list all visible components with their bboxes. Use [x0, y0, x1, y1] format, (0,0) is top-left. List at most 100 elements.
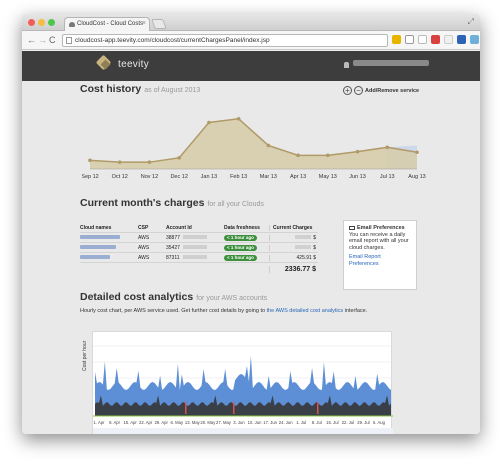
x-tick-label: 1. Apr	[94, 420, 106, 425]
close-window-button[interactable]	[28, 19, 35, 26]
email-preferences-panel: Email Preferences You can receive a dail…	[343, 220, 417, 290]
extension-v-icon[interactable]	[457, 35, 466, 44]
envelope-icon	[349, 225, 355, 230]
x-tick-label: 22. Apr	[139, 420, 153, 425]
detailed-analytics-description: Hourly cost chart, per AWS service used.…	[80, 308, 368, 314]
x-tick-label: Dec 12	[170, 174, 187, 180]
account-id-cell: 35427	[166, 245, 224, 251]
cloud-name-link[interactable]	[80, 235, 138, 241]
x-tick-label: 20. May	[200, 420, 216, 425]
freshness-cell: < 1 hour ago	[224, 244, 269, 251]
hourly-cost-chart-svg: 1. Apr 8. Apr 15. Apr 22. Apr 29. Apr 6. May 1…	[93, 345, 393, 434]
service-spike	[185, 402, 187, 414]
col-csp: CSP	[138, 224, 149, 231]
cloud-favicon-icon	[69, 22, 75, 27]
col-account-id: Account Id	[166, 224, 192, 231]
charge-cell: $	[269, 234, 318, 241]
remove-service-icon[interactable]: −	[354, 86, 363, 95]
extension-red-icon[interactable]	[431, 35, 440, 44]
tab-close-icon[interactable]: ×	[142, 20, 146, 27]
csp-cell: AWS	[138, 234, 150, 241]
tab-title: CloudCost - Cloud Costs	[77, 21, 144, 27]
cloud-name-link[interactable]	[80, 245, 138, 251]
x-tick-label: 17. Jun	[263, 420, 277, 425]
x-tick-label: 10. Jun	[248, 420, 262, 425]
x-tick-label: 1. Jul	[296, 420, 306, 425]
email-report-preferences-link[interactable]: Email Report Preferences	[349, 254, 411, 267]
address-bar[interactable]: cloudcost-app.teevity.com/cloudcost/curr…	[62, 34, 388, 47]
hourly-cost-chart: 1. Apr 8. Apr 15. Apr 22. Apr 29. Apr 6. May 1…	[92, 331, 393, 434]
aws-detailed-analytics-link[interactable]: the AWS detailed cost analytics	[267, 308, 344, 314]
back-button[interactable]: ←	[27, 35, 36, 45]
star-icon[interactable]	[418, 35, 427, 44]
cost-history-heading: Cost history as of August 2013	[80, 83, 200, 95]
current-charges-subtitle: for all your Clouds	[207, 201, 264, 208]
brand-name[interactable]: teevity	[118, 59, 149, 70]
cost-history-point	[326, 153, 330, 158]
extension-page-icon[interactable]	[444, 35, 453, 44]
bookmark-flag-icon[interactable]	[392, 35, 401, 44]
cost-history-point	[207, 120, 211, 125]
x-tick-label: 15. Apr	[123, 420, 137, 425]
cost-history-point	[415, 150, 419, 155]
x-tick-label: 22. Jul	[342, 420, 354, 425]
table-header: Cloud names CSP Account Id Data freshnes…	[80, 223, 318, 233]
x-tick-label: 13. May	[185, 420, 201, 425]
extension-icons	[392, 35, 480, 47]
browser-toolbar: ← → C cloudcost-app.teevity.com/cloudcos…	[22, 31, 480, 50]
col-data-freshness: Data freshness	[224, 224, 260, 231]
account-id-cell: 87311	[166, 255, 224, 261]
extension-blue-icon[interactable]	[470, 35, 479, 44]
x-tick-label: Jan 13	[201, 174, 218, 180]
cloud-name-link[interactable]	[80, 255, 138, 261]
search-icon[interactable]	[405, 35, 414, 44]
cost-history-title: Cost history	[80, 83, 142, 95]
reload-button[interactable]: C	[49, 35, 56, 45]
zoom-window-button[interactable]	[48, 19, 55, 26]
cost-history-point	[236, 116, 241, 121]
forward-button[interactable]: →	[38, 35, 47, 45]
freshness-cell: < 1 hour ago	[224, 234, 269, 241]
app-header: teevity	[22, 51, 480, 81]
detailed-analytics-title: Detailed cost analytics	[80, 291, 194, 303]
x-tick-label: Sep 12	[82, 174, 99, 180]
fullscreen-icon[interactable]: ⤢	[468, 17, 474, 27]
email-preferences-heading: Email Preferences	[349, 225, 411, 232]
url-text: cloudcost-app.teevity.com/cloudcost/curr…	[75, 37, 270, 44]
cost-history-point	[117, 160, 122, 164]
service-spike	[233, 402, 235, 414]
x-tick-label: Feb 13	[230, 174, 247, 180]
x-tick-label: Mar 13	[260, 174, 277, 180]
x-tick-label: May 13	[319, 174, 337, 180]
page-icon	[66, 37, 72, 44]
add-service-icon[interactable]: +	[343, 86, 352, 95]
cost-history-point	[88, 158, 92, 163]
x-tick-label: 29. Apr	[155, 420, 169, 425]
current-charges-title: Current month's charges	[80, 197, 205, 209]
cost-history-subtitle: as of August 2013	[144, 87, 201, 94]
minimize-window-button[interactable]	[38, 19, 45, 26]
browser-window: CloudCost - Cloud Costs × ⤢ ← → C cloudc…	[22, 14, 480, 434]
range-navigator	[93, 428, 393, 434]
add-remove-service[interactable]: + − Add/Remove service	[343, 86, 419, 95]
freshness-cell: < 1 hour ago	[224, 254, 269, 261]
x-tick-label: Jun 13	[349, 174, 366, 180]
col-current-charges: Current Charges	[269, 224, 318, 231]
cost-history-point	[355, 149, 360, 154]
x-tick-label: 8. Apr	[109, 420, 121, 425]
detailed-analytics-heading: Detailed cost analytics for your AWS acco…	[80, 291, 267, 303]
x-tick-label: 6. May	[170, 420, 183, 425]
x-tick-label: 24. Jun	[279, 420, 293, 425]
add-remove-label[interactable]: Add/Remove service	[365, 88, 419, 94]
x-tick-label: 29. Jul	[357, 420, 369, 425]
browser-tab[interactable]: CloudCost - Cloud Costs ×	[64, 17, 150, 31]
user-email-redacted[interactable]	[353, 60, 429, 66]
x-tick-label: 3. Jun	[233, 420, 245, 425]
new-tab-button[interactable]	[151, 19, 167, 29]
page-viewport: teevity Cost history as of August 2013 + …	[22, 51, 480, 434]
cost-history-point	[296, 153, 300, 158]
total-charges: 2336.77 $	[269, 265, 318, 273]
x-tick-label: Oct 12	[112, 174, 128, 180]
charge-cell: $	[269, 244, 318, 251]
cost-history-point	[266, 143, 271, 148]
